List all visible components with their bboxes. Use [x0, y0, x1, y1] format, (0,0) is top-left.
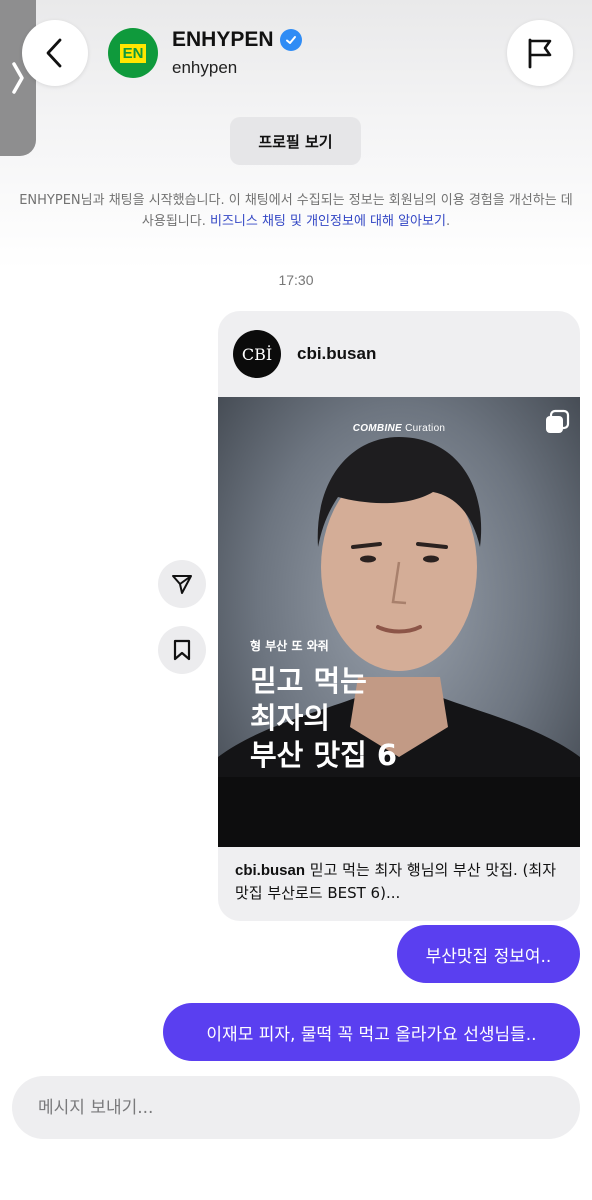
report-button[interactable] — [507, 20, 573, 86]
brand-label: COMBINE Curation — [218, 423, 580, 434]
post-overlay-line-3: 부산 맛집 6 — [250, 738, 398, 772]
save-post-button[interactable] — [158, 626, 206, 674]
verified-badge-icon — [279, 29, 302, 51]
multiple-images-icon — [546, 409, 570, 433]
post-overlay-line-2: 최자의 — [250, 701, 331, 735]
avatar-logo-text: EN — [119, 43, 147, 63]
share-post-button[interactable] — [158, 560, 206, 608]
flag-icon — [528, 38, 552, 69]
bookmark-icon — [173, 639, 191, 661]
shared-post-card[interactable]: CBİ cbi.busan COMBINE Curation 형 부산 또 와줘… — [218, 311, 580, 921]
account-name: ENHYPEN — [172, 28, 274, 51]
view-profile-button[interactable]: 프로필 보기 — [230, 117, 361, 165]
chat-notice: ENHYPEN님과 채팅을 시작했습니다. 이 채팅에서 수집되는 정보는 회원… — [12, 190, 580, 232]
post-account-avatar[interactable]: CBİ — [233, 330, 281, 378]
post-account-name[interactable]: cbi.busan — [297, 344, 376, 364]
brand-rest: Curation — [402, 423, 446, 434]
message-bubble[interactable]: 부산맛집 정보여.. — [397, 925, 580, 983]
message-timestamp: 17:30 — [278, 272, 314, 288]
post-overlay-line-1: 믿고 먹는 — [250, 664, 367, 698]
post-image[interactable]: COMBINE Curation 형 부산 또 와줘 믿고 먹는 최자의 부산 … — [218, 397, 580, 847]
portrait-illustration — [218, 437, 580, 847]
back-arrow-icon — [46, 38, 62, 68]
post-overlay-subtitle: 형 부산 또 와줘 — [250, 639, 329, 653]
message-input[interactable] — [38, 1076, 538, 1139]
message-composer — [12, 1076, 580, 1139]
profile-avatar[interactable]: EN — [108, 28, 158, 78]
back-button[interactable] — [22, 20, 88, 86]
privacy-link[interactable]: 비즈니스 채팅 및 개인정보에 대해 알아보기 — [210, 214, 446, 229]
shared-post-header: CBİ cbi.busan — [218, 311, 580, 397]
notice-end: . — [445, 214, 451, 229]
chat-title[interactable]: ENHYPEN — [172, 28, 302, 52]
side-panel-tab[interactable] — [0, 0, 36, 156]
caption-account: cbi.busan — [235, 862, 306, 879]
message-bubble[interactable]: 이재모 피자, 물떡 꼭 먹고 올라가요 선생님들.. — [163, 1003, 580, 1061]
send-icon — [172, 575, 192, 594]
account-handle: enhypen — [172, 58, 238, 77]
post-caption: cbi.busan 믿고 먹는 최자 행님의 부산 맛집. (최자맛집 부산로드… — [235, 859, 565, 905]
brand-bold: COMBINE — [352, 423, 403, 434]
